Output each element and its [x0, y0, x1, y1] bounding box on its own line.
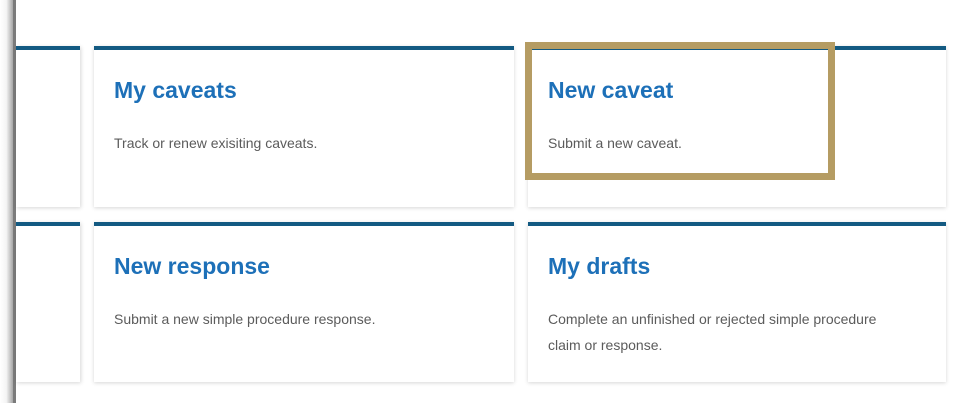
card-my-drafts-title[interactable]: My drafts [548, 252, 650, 280]
card-my-caveats[interactable]: My caveats Track or renew exisiting cave… [94, 46, 514, 207]
card-new-response-description: Submit a new simple procedure response. [114, 311, 376, 327]
card-new-caveat[interactable]: New caveat Submit a new caveat. [528, 46, 946, 207]
card-my-caveats-description: Track or renew exisiting caveats. [114, 135, 318, 151]
partial-card-top-left[interactable] [16, 46, 80, 207]
card-new-caveat-title[interactable]: New caveat [548, 76, 673, 104]
card-my-drafts-description: Complete an unfinished or rejected simpl… [548, 311, 877, 353]
window-left-edge [0, 0, 14, 403]
dashboard-viewport: My caveats Track or renew exisiting cave… [0, 0, 960, 403]
card-new-response[interactable]: New response Submit a new simple procedu… [94, 222, 514, 382]
card-new-response-title[interactable]: New response [114, 252, 270, 280]
card-new-caveat-description: Submit a new caveat. [548, 135, 682, 151]
card-my-caveats-title[interactable]: My caveats [114, 76, 237, 104]
partial-card-bottom-left[interactable] [16, 222, 80, 382]
card-my-drafts[interactable]: My drafts Complete an unfinished or reje… [528, 222, 946, 382]
